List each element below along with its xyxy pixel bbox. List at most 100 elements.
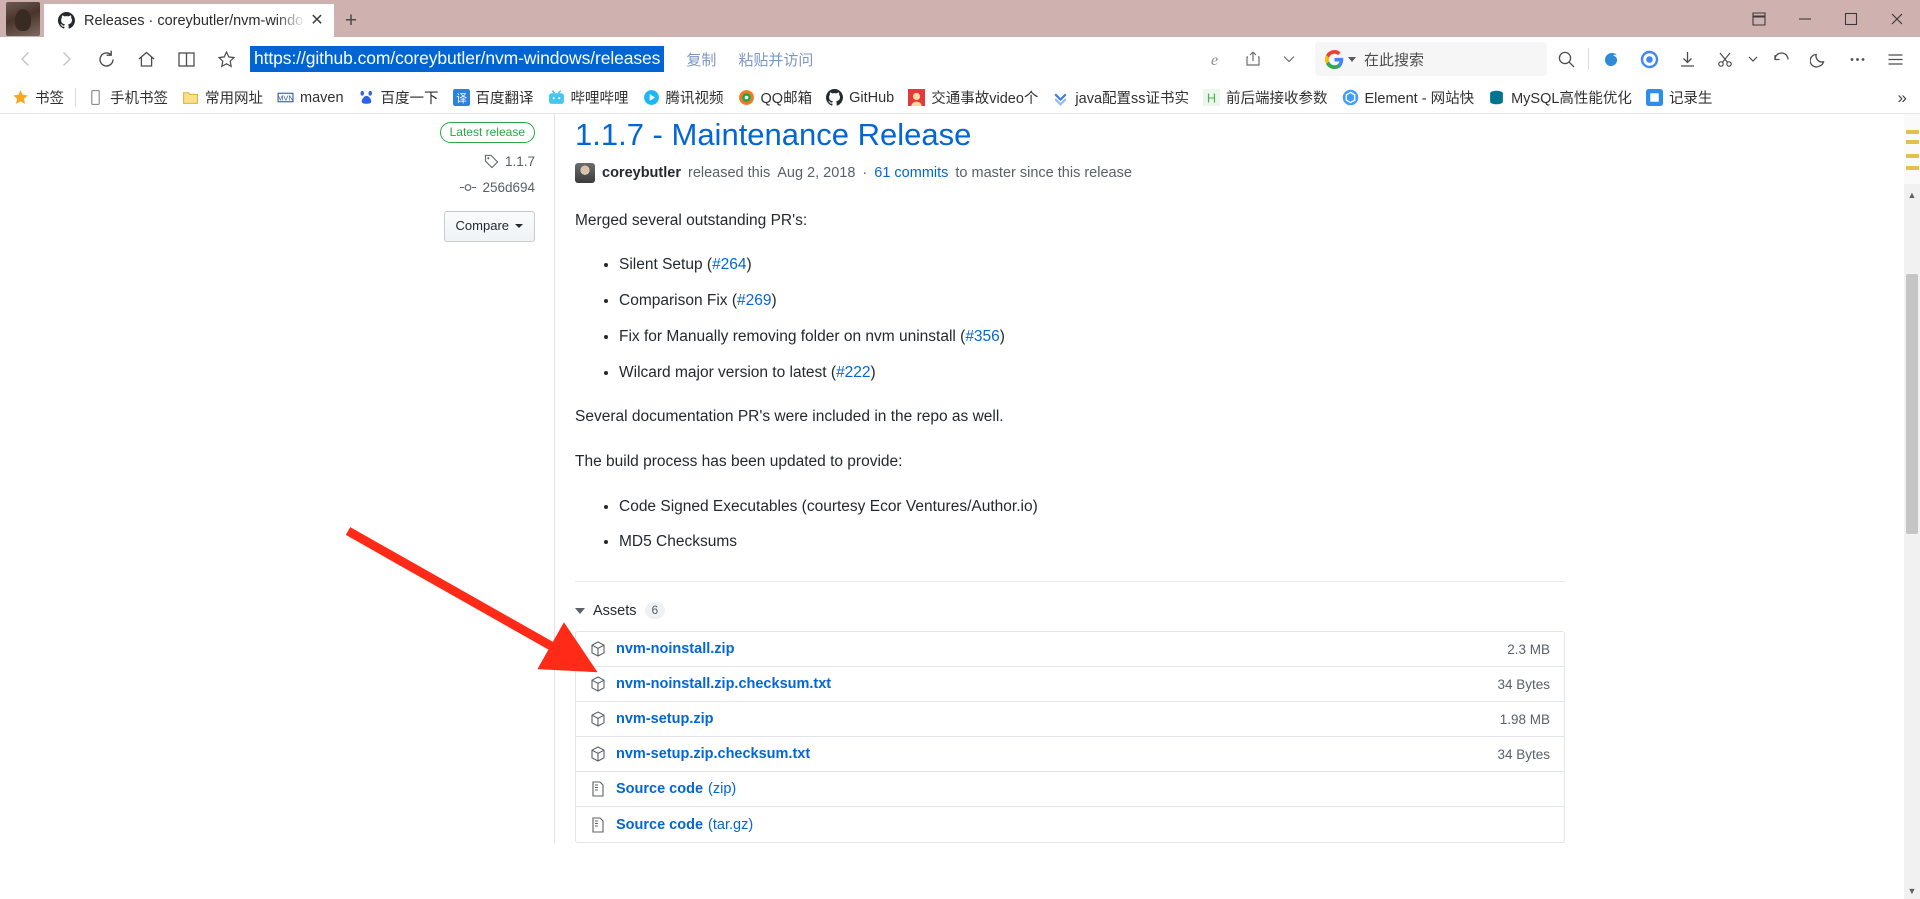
release-section: Latest release 1.1.7 256d694 Compare 1.1… xyxy=(0,114,1920,844)
scroll-up-button[interactable]: ▲ xyxy=(1904,186,1920,203)
close-icon[interactable] xyxy=(1874,0,1920,37)
bookmark-label: 书签 xyxy=(35,91,64,107)
table-row[interactable]: nvm-noinstall.zip 2.3 MB xyxy=(576,632,1564,668)
undo-icon[interactable] xyxy=(1762,39,1800,79)
book-icon[interactable] xyxy=(166,39,206,79)
bookmark-item[interactable]: 常用网址 xyxy=(175,84,270,111)
search-icon[interactable] xyxy=(1547,39,1585,79)
svg-text:MVN: MVN xyxy=(277,94,294,103)
rail-divider xyxy=(554,114,555,844)
build-note: The build process has been updated to pr… xyxy=(575,453,903,471)
minimize-icon[interactable] xyxy=(1782,0,1828,37)
assets-count-badge: 6 xyxy=(644,602,666,620)
download-icon[interactable] xyxy=(1668,39,1706,79)
bookmark-label: GitHub xyxy=(849,89,895,106)
bookmark-item[interactable]: GitHub xyxy=(819,86,901,109)
pr-ref-link[interactable]: #356 xyxy=(965,328,999,345)
bookmark-item[interactable]: Element - 网站快 xyxy=(1335,84,1482,111)
bookmark-item[interactable]: 译 百度翻译 xyxy=(446,84,541,111)
release-tag[interactable]: 1.1.7 xyxy=(395,154,535,169)
table-row[interactable]: nvm-setup.zip.checksum.txt 34 Bytes xyxy=(576,737,1564,773)
bookmark-item[interactable]: 书签 xyxy=(5,84,71,111)
bookmark-item[interactable]: 手机书签 xyxy=(80,84,175,111)
section-divider xyxy=(575,581,1565,583)
bookmark-item[interactable]: QQ邮箱 xyxy=(731,84,820,111)
pr-text: Fix for Manually removing folder on nvm … xyxy=(619,327,956,345)
bookmark-item[interactable]: 哔哩哔哩 xyxy=(541,84,636,111)
bookmark-item[interactable]: MySQL高性能优化 xyxy=(1481,84,1639,111)
paste-and-go-button[interactable]: 粘贴并访问 xyxy=(738,49,813,70)
e-logo-icon[interactable]: e xyxy=(1199,39,1235,79)
file-icon xyxy=(592,781,604,797)
bookmark-item[interactable]: 交通事故video个 xyxy=(901,84,1045,111)
build-list: Code Signed Executables (courtesy Ecor V… xyxy=(575,496,1565,553)
bookmark-label: QQ邮箱 xyxy=(760,91,813,107)
pr-ref-link[interactable]: #264 xyxy=(712,256,746,273)
search-box[interactable]: 在此搜索 xyxy=(1315,42,1547,76)
bookmark-item[interactable]: 腾讯视频 xyxy=(636,84,731,111)
google-logo-icon xyxy=(1325,49,1344,69)
profile-avatar[interactable] xyxy=(6,2,40,36)
more-icon[interactable] xyxy=(1838,39,1876,79)
assets-table: nvm-noinstall.zip 2.3 MB nvm-noinstall.z… xyxy=(575,631,1565,844)
bookmark-item[interactable]: 记录生 xyxy=(1639,84,1720,111)
table-row[interactable]: Source code (tar.gz) xyxy=(576,807,1564,842)
favorite-star-icon[interactable] xyxy=(206,39,246,79)
search-input[interactable]: 在此搜索 xyxy=(1364,49,1541,70)
asset-name-link[interactable]: Source code xyxy=(616,781,703,797)
scrollbar-thumb[interactable] xyxy=(1906,274,1918,534)
firefox-icon[interactable] xyxy=(1592,39,1630,79)
reload-icon[interactable] xyxy=(86,39,126,79)
release-title[interactable]: 1.1.7 - Maintenance Release xyxy=(575,116,1565,153)
bookmark-item[interactable]: H 前后端接收参数 xyxy=(1196,84,1335,111)
bookmark-item[interactable]: MVN maven xyxy=(270,86,351,109)
bookmark-label: 常用网址 xyxy=(205,91,263,107)
table-row[interactable]: nvm-noinstall.zip.checksum.txt 34 Bytes xyxy=(576,667,1564,703)
share-icon[interactable] xyxy=(1235,39,1271,79)
home-icon[interactable] xyxy=(126,39,166,79)
browser-tab[interactable]: Releases · coreybutler/nvm-windo ✕ xyxy=(44,4,334,37)
table-row[interactable]: nvm-setup.zip 1.98 MB xyxy=(576,702,1564,738)
compare-button[interactable]: Compare xyxy=(443,211,535,242)
minimap-mark xyxy=(1906,166,1919,170)
scissors-icon[interactable] xyxy=(1706,39,1744,79)
scroll-down-button[interactable]: ▼ xyxy=(1904,882,1920,899)
asset-size: 34 Bytes xyxy=(1497,676,1550,692)
table-row[interactable]: Source code (zip) xyxy=(576,772,1564,808)
asset-name-link[interactable]: nvm-noinstall.zip xyxy=(616,641,734,657)
assets-header[interactable]: Assets 6 xyxy=(575,602,1565,620)
vertical-scrollbar[interactable]: ▲ ▼ xyxy=(1904,114,1920,899)
asset-name-link[interactable]: nvm-setup.zip xyxy=(616,711,713,727)
back-arrow-icon[interactable] xyxy=(6,39,46,79)
pr-ref-link[interactable]: #269 xyxy=(737,292,771,309)
search-engine-caret-icon[interactable] xyxy=(1348,56,1356,62)
bookmarks-overflow-button[interactable]: » xyxy=(1890,88,1915,108)
commits-link[interactable]: 61 commits xyxy=(874,165,948,181)
new-tab-button[interactable]: + xyxy=(334,4,368,37)
forward-arrow-icon[interactable] xyxy=(46,39,86,79)
svg-text:H: H xyxy=(1207,90,1216,105)
docs-note: Several documentation PR's were included… xyxy=(575,408,1004,426)
chrome-icon[interactable] xyxy=(1630,39,1668,79)
pr-ref-link[interactable]: #222 xyxy=(836,364,870,381)
tab-close-button[interactable]: ✕ xyxy=(306,10,328,32)
moon-icon[interactable] xyxy=(1800,39,1838,79)
release-author[interactable]: coreybutler xyxy=(602,165,681,181)
asset-name-link[interactable]: nvm-setup.zip.checksum.txt xyxy=(616,746,810,762)
bookmark-item[interactable]: 百度一下 xyxy=(351,84,446,111)
copy-url-button[interactable]: 复制 xyxy=(686,49,716,70)
commits-suffix: to master since this release xyxy=(955,165,1132,182)
menu-icon[interactable] xyxy=(1876,39,1914,79)
release-tag-label: 1.1.7 xyxy=(504,154,535,170)
asset-name-link[interactable]: nvm-noinstall.zip.checksum.txt xyxy=(616,676,831,692)
maximize-icon[interactable] xyxy=(1828,0,1874,37)
collections-icon[interactable] xyxy=(1736,0,1782,37)
toolbar-right xyxy=(1547,39,1914,79)
asset-name-link[interactable]: Source code xyxy=(616,817,703,833)
address-bar[interactable]: https://github.com/coreybutler/nvm-windo… xyxy=(250,42,1307,76)
release-commit[interactable]: 256d694 xyxy=(395,180,535,195)
chevron-down-icon[interactable] xyxy=(1744,39,1762,79)
chevron-down-icon[interactable] xyxy=(1271,39,1307,79)
bookmark-item[interactable]: java配置ss证书实 xyxy=(1045,84,1196,111)
address-bar-url[interactable]: https://github.com/coreybutler/nvm-windo… xyxy=(250,46,665,72)
